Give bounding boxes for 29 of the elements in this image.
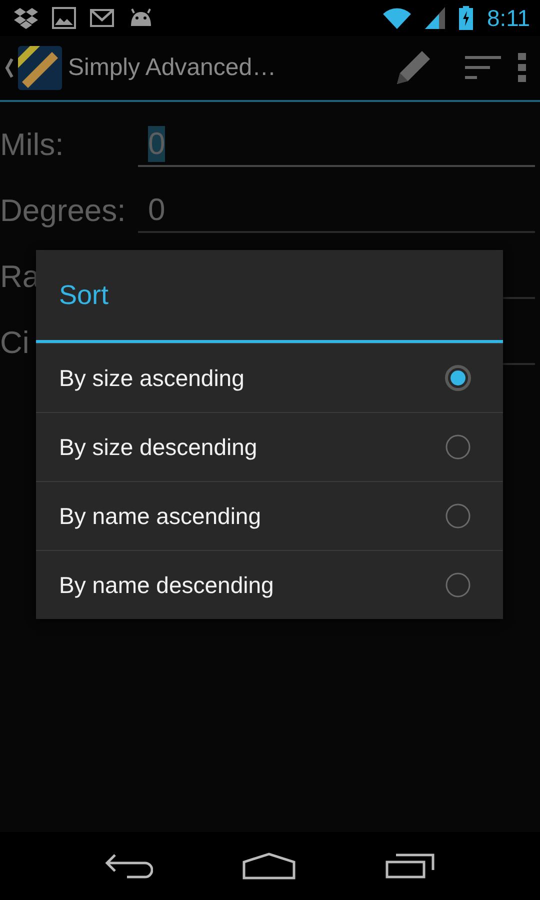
clock-time: 8:11 bbox=[486, 4, 530, 32]
field-label: Ci bbox=[0, 325, 30, 361]
pencil-icon[interactable] bbox=[395, 50, 431, 86]
recent-apps-icon[interactable] bbox=[385, 853, 436, 879]
sort-option[interactable]: By name descending bbox=[36, 550, 503, 619]
radio-button[interactable] bbox=[445, 365, 471, 391]
back-icon[interactable] bbox=[104, 853, 153, 879]
field-label: Mils: bbox=[0, 127, 64, 163]
mail-icon bbox=[90, 9, 114, 27]
dialog-title: Sort bbox=[36, 250, 503, 343]
sort-option[interactable]: By size ascending bbox=[36, 343, 503, 412]
battery-icon bbox=[458, 6, 473, 30]
wifi-icon bbox=[382, 7, 411, 29]
image-icon bbox=[52, 7, 76, 29]
radio-button[interactable] bbox=[445, 572, 471, 598]
app-title: Simply Advanced… bbox=[68, 54, 278, 82]
overflow-menu-icon[interactable] bbox=[518, 53, 526, 83]
home-icon[interactable] bbox=[242, 852, 296, 880]
field-label: Degrees: bbox=[0, 193, 126, 229]
ruler-app-icon[interactable] bbox=[18, 46, 62, 90]
radio-button[interactable] bbox=[445, 434, 471, 460]
sort-option[interactable]: By size descending bbox=[36, 412, 503, 481]
sort-option[interactable]: By name ascending bbox=[36, 481, 503, 550]
radio-button[interactable] bbox=[445, 503, 471, 529]
sort-icon[interactable] bbox=[465, 54, 501, 82]
android-icon bbox=[128, 8, 154, 28]
signal-icon bbox=[424, 7, 445, 29]
back-caret-icon[interactable] bbox=[4, 58, 14, 78]
dropbox-icon bbox=[14, 7, 38, 29]
